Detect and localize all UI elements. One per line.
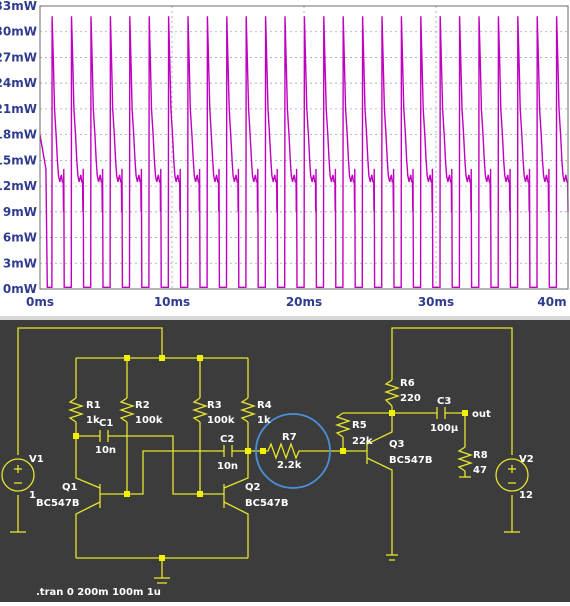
y-tick-label: 21mW — [0, 102, 37, 116]
y-tick-label: 6mW — [3, 231, 37, 245]
component-ref-r4[interactable]: R4 — [257, 400, 272, 411]
component-value-q3[interactable]: BC547B — [389, 455, 432, 466]
component-value-r4[interactable]: 1k — [257, 415, 271, 426]
component-ref-c3[interactable]: C3 — [437, 396, 451, 407]
component-value-r3[interactable]: 100k — [207, 415, 235, 426]
spice-directive[interactable]: .tran 0 200m 100m 1u — [36, 587, 161, 598]
schematic-pane[interactable]: R1 1k R2 100k R3 100k R4 1k C1 10n C2 10n R7 2.2k R5 22… — [0, 320, 570, 602]
power-trace[interactable] — [39, 16, 569, 288]
y-axis-ticks: 0mW 3mW 6mW 9mW 12mW 15mW 18mW 21mW 24mW 27mW 30mW… — [0, 0, 37, 296]
y-tick-label: 0mW — [3, 282, 37, 296]
component-ref-v2[interactable]: V2 — [519, 454, 534, 465]
x-axis-ticks: 0ms 10ms 20ms 30ms 40m — [26, 295, 567, 309]
component-value-r6[interactable]: 220 — [400, 393, 421, 404]
y-tick-label: 33mW — [0, 0, 37, 13]
component-value-r8[interactable]: 47 — [473, 465, 487, 476]
component-ref-r1[interactable]: R1 — [86, 400, 101, 411]
component-ref-q3[interactable]: Q3 — [389, 439, 405, 450]
y-tick-label: 15mW — [0, 153, 37, 167]
x-tick-label: 0ms — [26, 295, 54, 309]
component-value-c3[interactable]: 100µ — [430, 423, 459, 434]
x-tick-label: 10ms — [154, 295, 190, 309]
waveform-plot-pane[interactable]: 0mW 3mW 6mW 9mW 12mW 15mW 18mW 21mW 24mW 27mW 30mW… — [0, 0, 570, 316]
component-ref-r3[interactable]: R3 — [207, 400, 222, 411]
component-ref-v1[interactable]: V1 — [29, 454, 44, 465]
component-ref-c2[interactable]: C2 — [220, 434, 234, 445]
y-tick-label: 9mW — [3, 205, 37, 219]
waveform-chart[interactable]: 0mW 3mW 6mW 9mW 12mW 15mW 18mW 21mW 24mW 27mW 30mW… — [0, 0, 570, 316]
out-net-label[interactable]: out — [472, 409, 491, 420]
y-tick-label: 30mW — [0, 25, 37, 39]
x-tick-label: 20ms — [286, 295, 322, 309]
component-value-r2[interactable]: 100k — [135, 415, 163, 426]
component-value-q2[interactable]: BC547B — [245, 498, 288, 509]
component-ref-q2[interactable]: Q2 — [245, 482, 261, 493]
component-value-r7[interactable]: 2.2k — [277, 460, 302, 471]
component-ref-r8[interactable]: R8 — [473, 450, 488, 461]
component-ref-q1[interactable]: Q1 — [62, 482, 78, 493]
y-tick-label: 18mW — [0, 128, 37, 142]
y-tick-label: 3mW — [3, 256, 37, 270]
component-ref-r2[interactable]: R2 — [135, 400, 150, 411]
component-value-r5[interactable]: 22k — [352, 436, 373, 447]
y-tick-label: 12mW — [0, 179, 37, 193]
y-tick-label: 27mW — [0, 50, 37, 64]
component-ref-r5[interactable]: R5 — [352, 420, 367, 431]
y-tick-label: 24mW — [0, 76, 37, 90]
component-value-c1[interactable]: 10n — [95, 445, 116, 456]
component-value-v1[interactable]: 1 — [29, 490, 36, 501]
component-value-q1[interactable]: BC547B — [36, 498, 79, 509]
wires — [1, 327, 529, 584]
component-value-c2[interactable]: 10n — [217, 461, 238, 472]
component-ref-c1[interactable]: C1 — [99, 418, 113, 429]
x-tick-label: 40m — [537, 295, 566, 309]
component-ref-r6[interactable]: R6 — [400, 378, 415, 389]
component-ref-r7[interactable]: R7 — [282, 432, 297, 443]
x-tick-label: 30ms — [418, 295, 454, 309]
component-value-r1[interactable]: 1k — [86, 415, 100, 426]
component-value-v2[interactable]: 12 — [519, 490, 533, 501]
schematic-canvas[interactable]: R11kR2100kR3100kR41kC110nC210nR72.2kR522… — [0, 320, 570, 602]
